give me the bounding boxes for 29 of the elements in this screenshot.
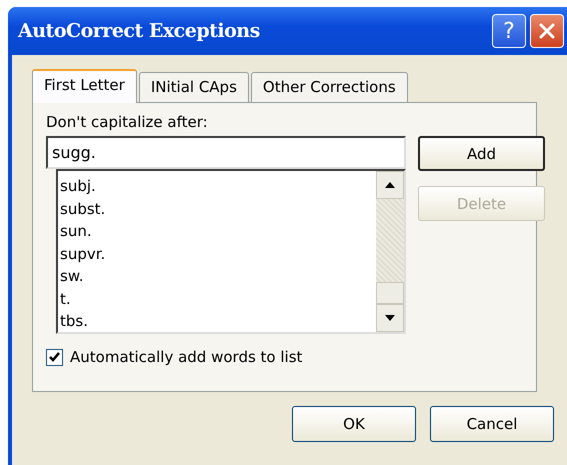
scroll-down-button[interactable] [376,304,404,332]
list-item[interactable]: subst. [58,198,376,220]
list-box[interactable]: subj. subst. sun. supvr. sw. t. tbs. [56,169,406,334]
window-title: AutoCorrect Exceptions [18,20,260,42]
field-label: Don't capitalize after: [46,113,209,131]
checkbox-label[interactable]: Automatically add words to list [70,348,302,366]
close-icon [538,22,556,40]
tab[interactable]: First Letter [32,69,137,103]
scroll-thumb[interactable] [376,282,404,304]
list-item[interactable]: sun. [58,220,376,242]
scroll-bar[interactable] [376,171,404,332]
check-icon [49,352,60,362]
down-arrow-icon [385,315,395,321]
list-item[interactable]: t. [58,288,376,310]
dialog-button[interactable]: Cancel [430,406,554,442]
tab[interactable]: Other Corrections [250,72,408,102]
list-item[interactable]: sw. [58,265,376,288]
text-field[interactable]: sugg. [46,136,406,169]
checkbox[interactable] [46,348,63,366]
dialog-button[interactable]: Add [418,136,545,171]
list-item[interactable]: supvr. [58,242,376,265]
list-item[interactable]: tbs. [58,310,376,332]
dialog-button[interactable]: OK [292,406,416,442]
list-item[interactable]: subj. [58,175,376,198]
tab[interactable]: INitial CAps [138,72,249,102]
help-button[interactable]: ? [492,14,526,48]
close-button[interactable] [530,14,564,48]
scroll-up-button[interactable] [376,171,404,199]
up-arrow-icon [385,182,395,188]
